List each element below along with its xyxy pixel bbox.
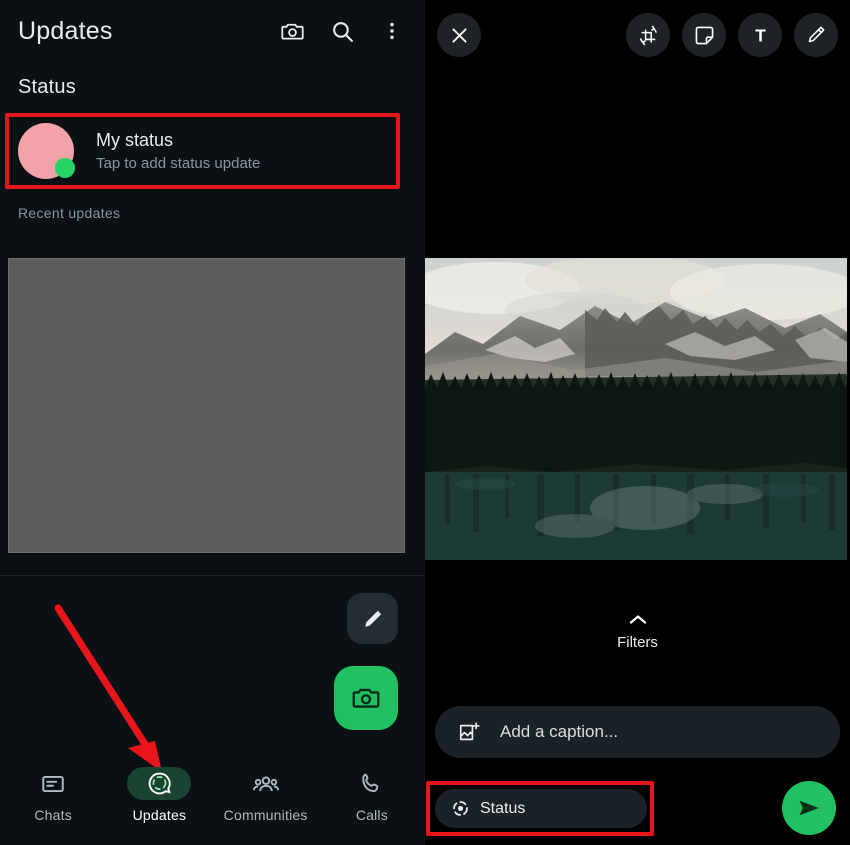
nav-item-chats[interactable]: Chats — [0, 767, 106, 823]
sticker-icon — [695, 26, 713, 44]
app-header: Updates — [0, 0, 425, 62]
my-status-title: My status — [96, 130, 174, 150]
caption-placeholder: Add a caption... — [500, 722, 619, 741]
avatar[interactable] — [18, 123, 75, 179]
recipient-chip-status[interactable]: Status — [435, 789, 647, 828]
overflow-menu-icon[interactable] — [379, 18, 405, 44]
chevron-up-icon — [629, 615, 646, 624]
send-button[interactable] — [782, 781, 836, 835]
pencil-icon — [364, 610, 381, 627]
editor-tools: T — [626, 13, 838, 57]
my-status-text: My status Tap to add status update — [96, 130, 260, 172]
panel-divider — [0, 575, 425, 576]
draw-pen-button[interactable] — [794, 13, 838, 57]
add-status-badge-icon[interactable] — [55, 158, 75, 178]
crop-rotate-button[interactable] — [626, 13, 670, 57]
page-title: Updates — [18, 16, 113, 45]
my-status-container: My status Tap to add status update — [0, 111, 425, 193]
close-icon — [451, 27, 467, 43]
nav-label-calls: Calls — [355, 807, 388, 823]
nav-pill-updates — [127, 767, 192, 800]
camera-icon — [352, 688, 380, 708]
text-tool-button[interactable]: T — [738, 13, 782, 57]
nav-item-updates[interactable]: Updates — [106, 767, 212, 823]
image-add-icon — [459, 722, 480, 740]
sticker-button[interactable] — [682, 13, 726, 57]
app-screen: Updates Status My status Tap to add stat… — [0, 0, 850, 845]
recent-updates-title: Recent updates — [18, 205, 121, 221]
camera-status-fab[interactable] — [334, 666, 398, 730]
filters-control[interactable]: Filters — [425, 614, 850, 651]
crop-rotate-icon — [639, 25, 657, 45]
media-editor-panel: T Filters Add a caption... Status — [425, 0, 850, 845]
status-section-title: Status — [18, 76, 76, 98]
caption-input[interactable]: Add a caption... — [435, 706, 840, 758]
phone-icon — [362, 773, 379, 793]
bottom-navigation: Chats Updates Communities Calls — [0, 757, 425, 845]
chats-icon — [42, 775, 64, 792]
nav-label-updates: Updates — [132, 807, 187, 823]
my-status-row[interactable]: My status Tap to add status update — [10, 118, 395, 184]
svg-text:T: T — [755, 25, 766, 45]
nav-item-communities[interactable]: Communities — [213, 767, 319, 823]
nav-pill-communities — [234, 767, 298, 800]
updates-panel: Updates Status My status Tap to add stat… — [0, 0, 425, 845]
recent-update-placeholder[interactable] — [8, 258, 405, 553]
media-preview-image[interactable] — [425, 258, 847, 560]
communities-icon — [252, 776, 279, 791]
draw-pen-icon — [808, 26, 825, 43]
status-ring-icon — [453, 801, 468, 816]
nav-pill-calls — [340, 767, 404, 800]
text-icon: T — [755, 25, 766, 45]
recipient-chip-label: Status — [480, 799, 526, 817]
search-icon[interactable] — [329, 18, 355, 44]
nav-item-calls[interactable]: Calls — [319, 767, 425, 823]
camera-icon[interactable] — [279, 18, 305, 44]
nav-label-chats: Chats — [34, 807, 72, 823]
header-actions — [279, 18, 409, 44]
send-icon — [799, 800, 819, 816]
my-status-subtitle: Tap to add status update — [96, 155, 261, 172]
status-ring-icon — [148, 772, 171, 795]
editor-toolbar: T — [425, 0, 850, 70]
edit-status-fab[interactable] — [347, 593, 398, 644]
nav-pill-chats — [21, 767, 85, 800]
filters-label: Filters — [617, 634, 658, 651]
nav-label-communities: Communities — [223, 807, 308, 823]
close-button[interactable] — [437, 13, 481, 57]
